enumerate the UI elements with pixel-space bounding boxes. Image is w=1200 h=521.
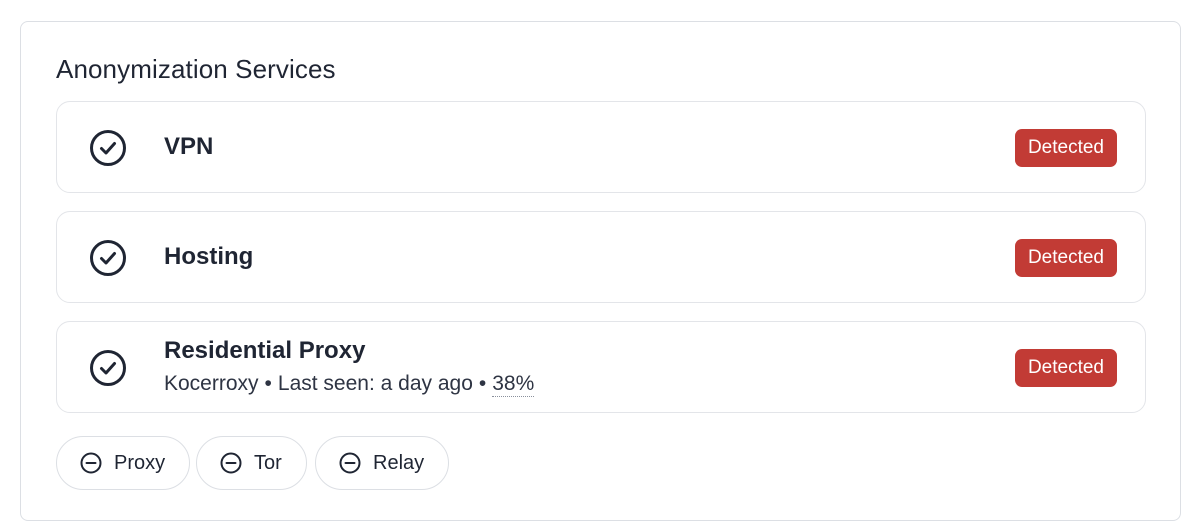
service-name: Residential Proxy — [164, 337, 366, 364]
service-details: Kocerroxy • Last seen: a day ago • 38% — [164, 372, 535, 397]
service-card-residential-proxy[interactable]: Residential Proxy Kocerroxy • Last seen: a… — [56, 321, 1146, 413]
filter-chip-label: Relay — [373, 451, 425, 474]
status-badge: Detected — [1014, 239, 1117, 277]
anonymization-services-panel: Anonymization Services VPN Detected Host… — [20, 21, 1181, 521]
status-badge: Detected — [1014, 129, 1117, 167]
service-name: VPN — [164, 133, 214, 160]
provider-name: Kocerroxy — [164, 372, 259, 395]
filter-chip-tor[interactable]: Tor — [196, 436, 307, 490]
filter-chip-label: Proxy — [114, 451, 166, 474]
confidence-score[interactable]: 38% — [492, 372, 535, 397]
minus-circle-icon — [339, 452, 361, 474]
filter-chip-relay[interactable]: Relay — [315, 436, 450, 490]
separator-dot: • — [264, 372, 272, 395]
service-name: Hosting — [164, 243, 254, 270]
minus-circle-icon — [220, 452, 242, 474]
status-badge: Detected — [1014, 349, 1117, 387]
service-card-vpn[interactable]: VPN Detected — [56, 101, 1146, 193]
check-circle-icon — [90, 240, 126, 276]
minus-circle-icon — [80, 452, 102, 474]
filter-chip-label: Tor — [254, 451, 282, 474]
check-circle-icon — [90, 350, 126, 386]
filter-chip-proxy[interactable]: Proxy — [56, 436, 191, 490]
last-seen: Last seen: a day ago — [277, 372, 473, 395]
separator-dot: • — [478, 372, 487, 395]
section-title: Anonymization Services — [56, 54, 336, 84]
check-circle-icon — [90, 130, 126, 166]
service-card-hosting[interactable]: Hosting Detected — [56, 211, 1146, 303]
